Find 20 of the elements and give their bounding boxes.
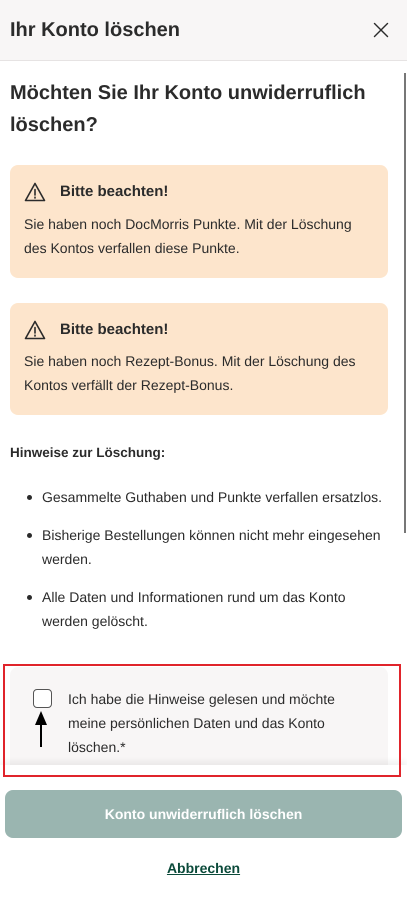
bullet-icon: [27, 533, 32, 538]
warning-icon: [24, 320, 46, 340]
notice-title: Bitte beachten!: [60, 182, 168, 202]
notice-title: Bitte beachten!: [60, 320, 168, 340]
hint-text: Bisherige Bestellungen können nicht mehr eingesehen werden.: [42, 526, 382, 570]
consent-label: Ich habe die Hinweise gelesen und möchte meine persönlichen Daten und das Konto löschen.*: [68, 690, 336, 758]
consent-checkbox[interactable]: [33, 689, 52, 708]
cancel-link[interactable]: Abbrechen: [166, 858, 240, 879]
scrollbar[interactable]: [404, 73, 406, 533]
question-heading: Möchten Sie Ihr Konto unwiderruflich löschen?: [10, 81, 367, 138]
notice-text: Sie haben noch DocMorris Punkte. Mit der Löschung des Kontos verfallen diese Punkte.: [24, 214, 353, 258]
hints-heading: Hinweise zur Löschung:: [10, 444, 166, 462]
bullet-icon: [27, 595, 32, 600]
notice-text: Sie haben noch Rezept-Bonus. Mit der Löschung des Kontos verfällt der Rezept-Bonus.: [24, 352, 357, 395]
hint-text: Alle Daten und Informationen rund um das Konto werden gelöscht.: [42, 588, 347, 632]
bullet-icon: [27, 495, 32, 500]
hint-text: Gesammelte Guthaben und Punkte verfallen ersatzlos.: [42, 488, 382, 508]
dialog-title: Ihr Konto löschen: [10, 18, 180, 43]
arrow-icon: [34, 710, 48, 748]
warning-icon: [24, 182, 46, 202]
